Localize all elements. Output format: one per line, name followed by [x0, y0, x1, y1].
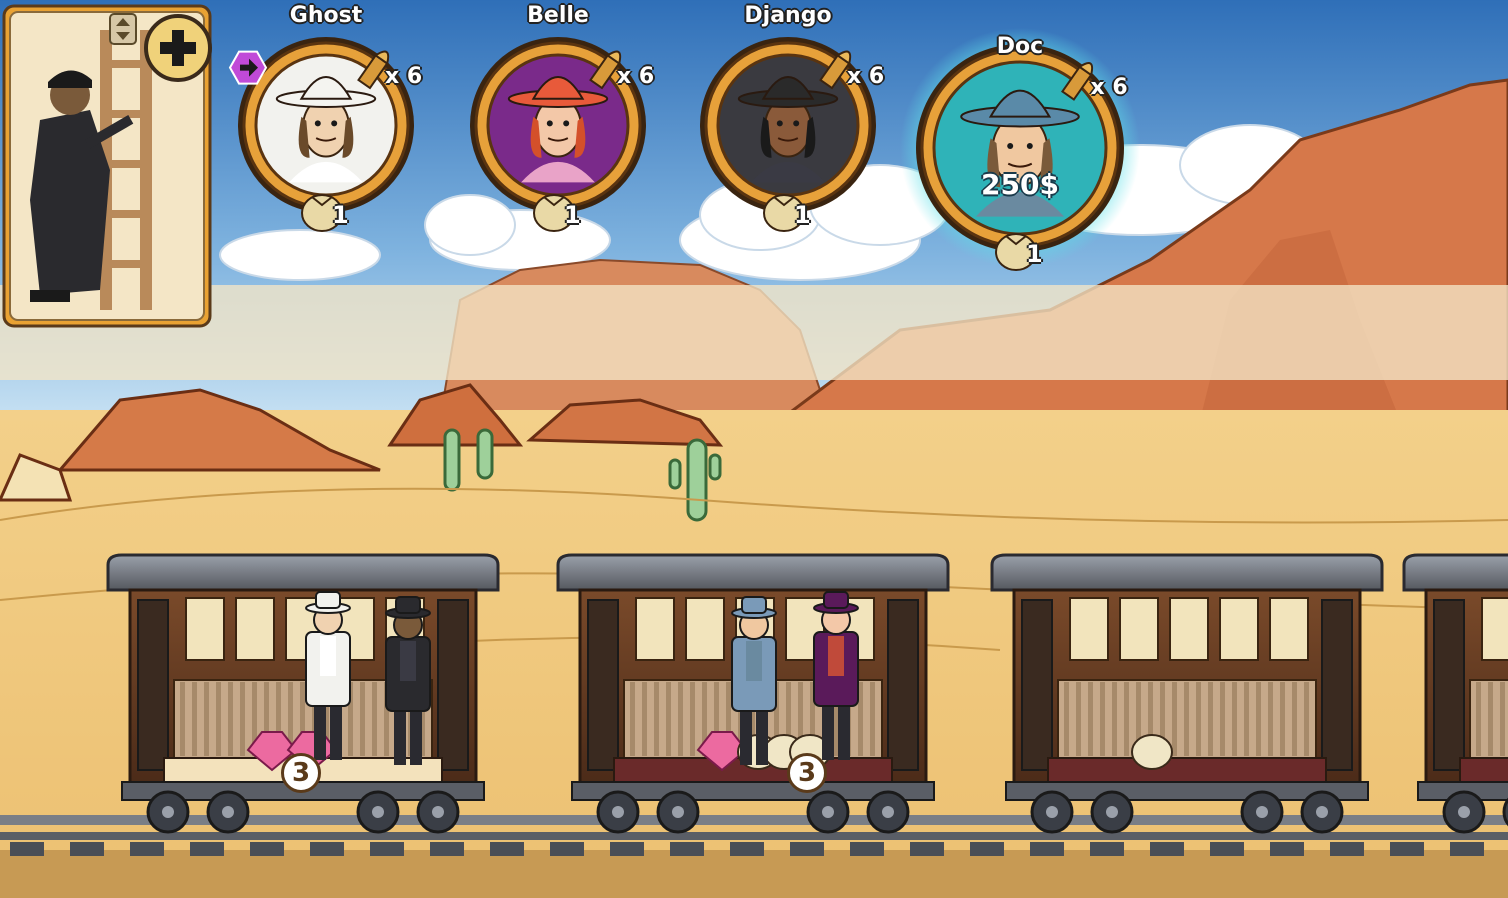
first-player-icon — [228, 50, 268, 85]
wagon-3[interactable] — [990, 553, 1384, 834]
ghost-loot-count: 1 — [332, 201, 349, 229]
belle-loot-count: 1 — [564, 201, 581, 229]
wagon-roof[interactable] — [1402, 553, 1508, 592]
doc-ammo-count: x 6 — [1090, 74, 1128, 100]
ghost-name: Ghost — [289, 3, 363, 28]
doc-money: 250$ — [981, 167, 1059, 201]
doc-loot-count: 1 — [1026, 240, 1043, 268]
game-scene — [0, 0, 1508, 898]
wagon-roof[interactable] — [990, 553, 1384, 592]
haze — [0, 285, 1508, 380]
game-board: Ghost x 6 1 Belle x 6 1 Django x 6 1 Doc x 6 1 250$ 3… — [0, 0, 1508, 898]
wagon-roof[interactable] — [556, 553, 950, 592]
plus-icon[interactable] — [144, 14, 212, 82]
doc-name: Doc — [996, 34, 1044, 59]
ghost-ammo-count: x 6 — [385, 63, 423, 89]
django-loot-count: 1 — [794, 201, 811, 229]
action-card[interactable] — [2, 4, 212, 328]
loot-count-badge: 3 — [281, 753, 321, 793]
loot-count-badge: 3 — [787, 753, 827, 793]
belle-name: Belle — [527, 3, 589, 28]
django-name: Django — [744, 3, 832, 28]
wagon-roof[interactable] — [106, 553, 500, 592]
belle-ammo-count: x 6 — [617, 63, 655, 89]
card-swap-icon[interactable] — [109, 13, 137, 45]
wagon-2[interactable] — [556, 553, 950, 834]
django-ammo-count: x 6 — [847, 63, 885, 89]
money-bag-loot — [1131, 734, 1173, 770]
